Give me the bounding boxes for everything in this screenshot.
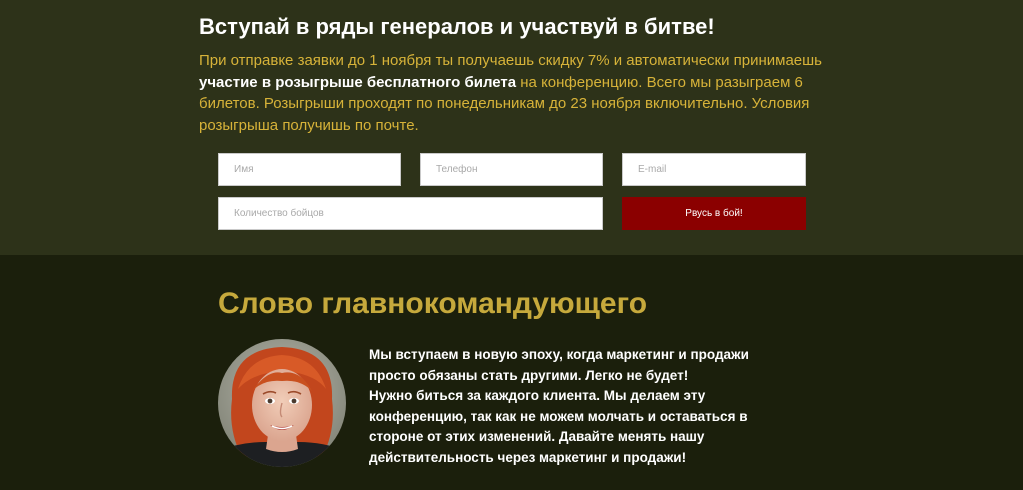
quote-paragraph-1: Мы вступаем в новую эпоху, когда маркети…: [369, 347, 749, 383]
email-input[interactable]: [622, 153, 806, 186]
name-input[interactable]: [218, 153, 401, 186]
phone-input[interactable]: [420, 153, 603, 186]
commander-title: Слово главнокомандующего: [218, 287, 648, 320]
fighters-count-input[interactable]: [218, 197, 603, 230]
signup-description: При отправке заявки до 1 ноября ты получ…: [199, 50, 839, 136]
quote-paragraph-2: Нужно биться за каждого клиента. Мы дела…: [369, 388, 748, 465]
submit-button[interactable]: Рвусь в бой!: [622, 197, 806, 230]
desc-text-1: При отправке заявки до 1 ноября ты получ…: [199, 52, 822, 69]
desc-highlight: участие в розыгрыше бесплатного билета: [199, 73, 517, 91]
avatar-photo: [218, 339, 346, 467]
avatar: [218, 339, 346, 467]
signup-title: Вступай в ряды генералов и участвуй в би…: [199, 14, 715, 39]
commander-quote: Мы вступаем в новую эпоху, когда маркети…: [369, 345, 769, 468]
